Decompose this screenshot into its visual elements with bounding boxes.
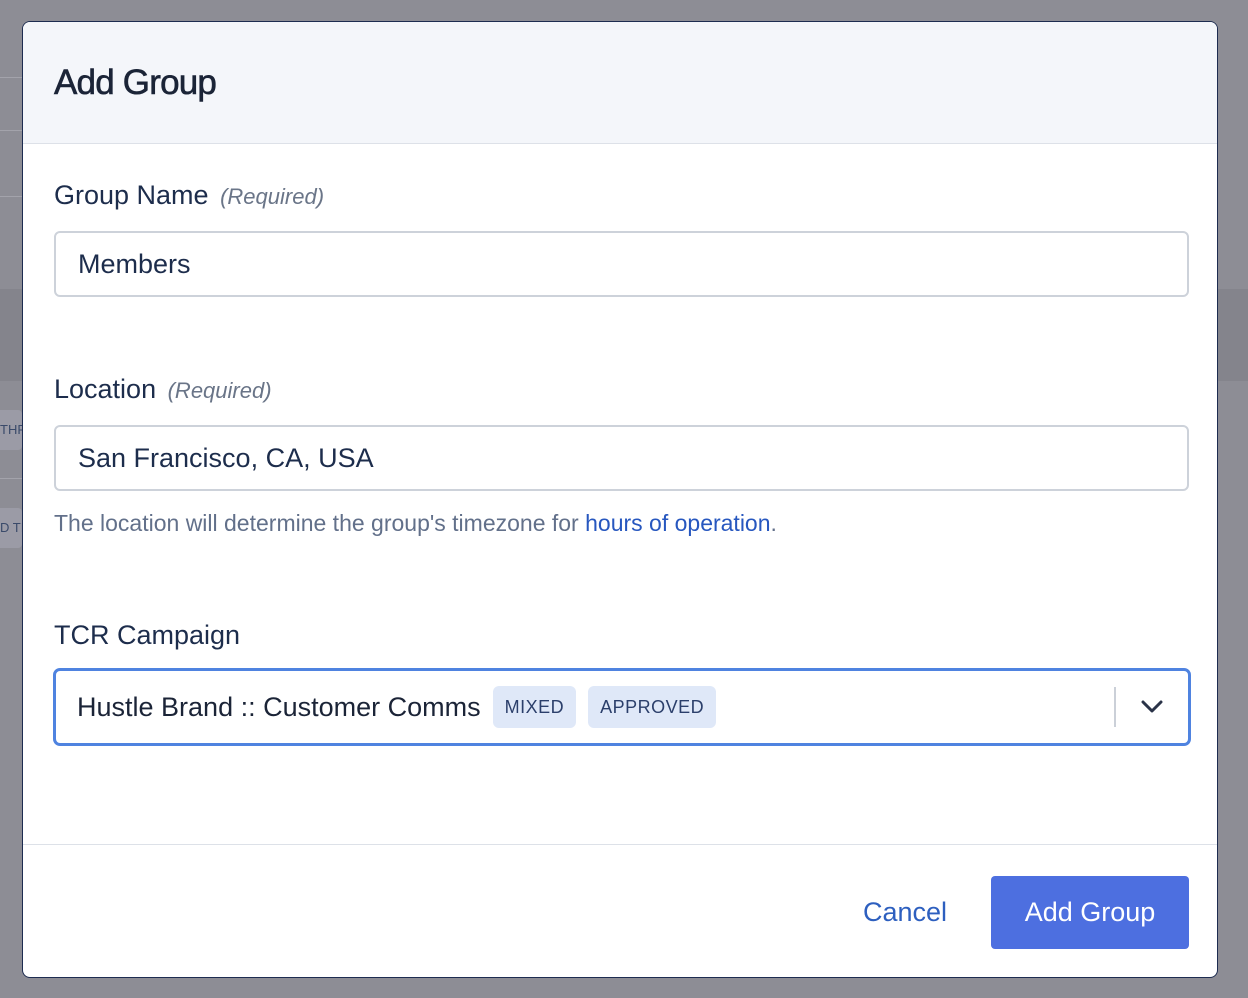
group-name-input[interactable] — [54, 231, 1189, 297]
location-help-prefix: The location will determine the group's … — [54, 510, 579, 536]
background-chip-text: D TI — [0, 520, 22, 535]
location-help-suffix: . — [770, 510, 777, 536]
dropdown-toggle[interactable] — [1116, 671, 1188, 743]
add-group-button[interactable]: Add Group — [991, 876, 1189, 949]
hours-of-operation-link[interactable]: hours of operation — [585, 510, 770, 536]
background-chip: D TI — [0, 508, 22, 548]
campaign-type-tag: MIXED — [492, 686, 577, 728]
location-label: Location (Required) — [54, 374, 272, 405]
tcr-campaign-select[interactable]: Hustle Brand :: Customer Comms MIXED APP… — [53, 668, 1191, 746]
required-hint: (Required) — [220, 184, 325, 209]
tcr-campaign-label: TCR Campaign — [54, 620, 241, 650]
background-divider — [0, 196, 22, 197]
background-chip-text: THR — [0, 422, 22, 437]
add-group-modal: Add Group Group Name (Required) Location… — [22, 21, 1218, 978]
location-label-text: Location — [54, 374, 157, 404]
background-divider — [0, 77, 22, 78]
background-divider — [0, 478, 22, 479]
campaign-name: Hustle Brand :: Customer Comms — [77, 691, 481, 722]
location-input[interactable] — [54, 425, 1189, 491]
modal-body: Group Name (Required) Location (Required… — [23, 144, 1217, 845]
background-chip: THR — [0, 410, 22, 450]
campaign-status-tag: APPROVED — [588, 686, 717, 728]
group-name-label: Group Name (Required) — [54, 180, 324, 211]
chevron-down-icon — [1141, 700, 1163, 713]
cancel-button[interactable]: Cancel — [843, 876, 967, 949]
modal-footer: Cancel Add Group — [23, 845, 1217, 977]
modal-title: Add Group — [54, 62, 217, 102]
required-hint: (Required) — [167, 378, 272, 403]
modal-header: Add Group — [23, 22, 1217, 144]
tcr-campaign-selected-value: Hustle Brand :: Customer Comms MIXED APP… — [56, 686, 1114, 728]
background-divider — [0, 130, 22, 131]
group-name-label-text: Group Name — [54, 180, 209, 210]
location-help-text: The location will determine the group's … — [54, 510, 777, 537]
